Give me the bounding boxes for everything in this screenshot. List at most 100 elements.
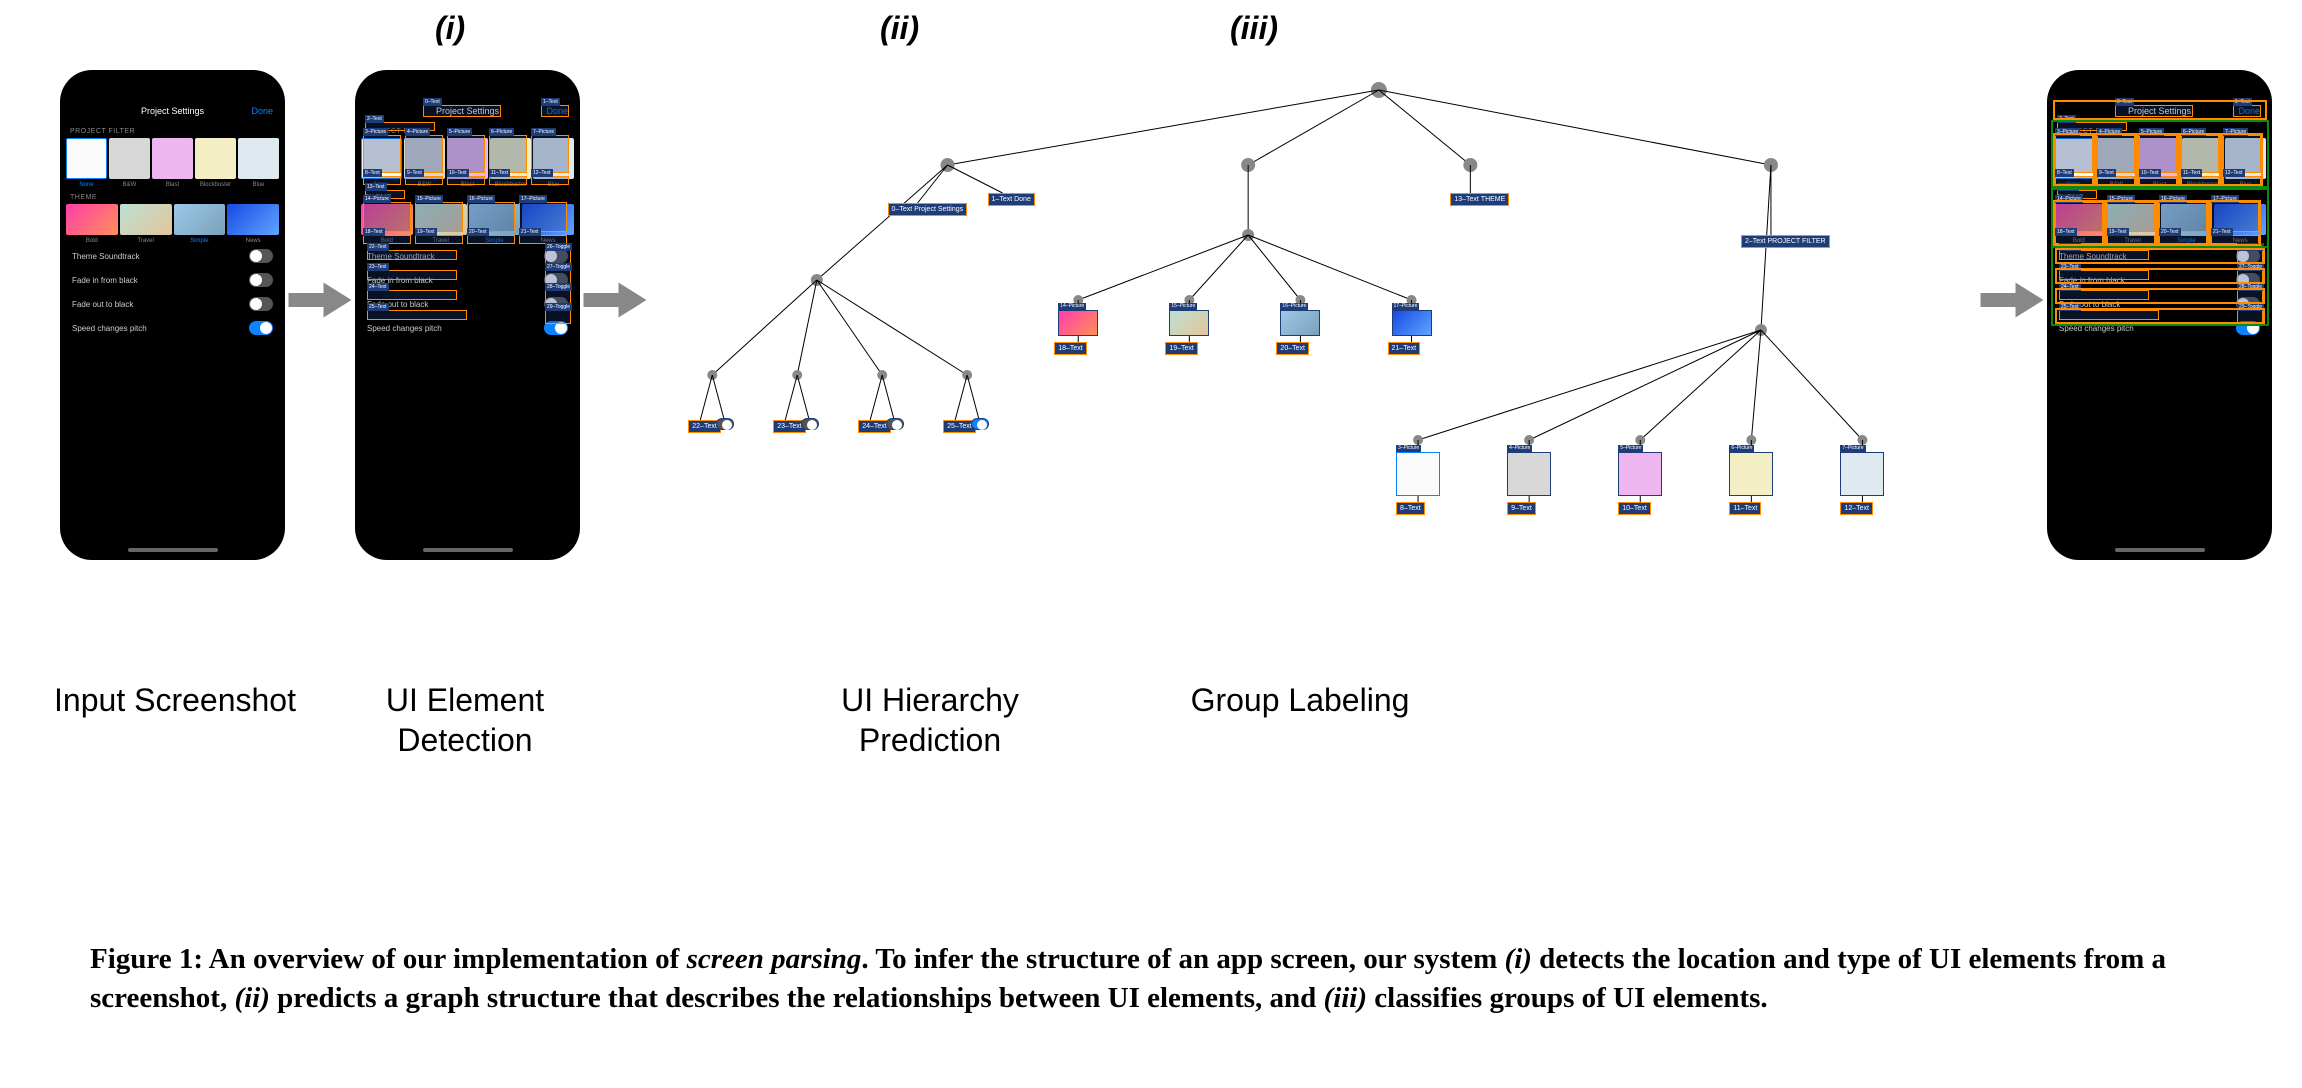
filter-label: Blockbuster: [490, 182, 531, 188]
toggle-row: Speed changes pitch: [2047, 316, 2272, 340]
theme-thumb: [66, 204, 118, 235]
filter-swatch: [2096, 138, 2137, 179]
tree-chip: 8–Text: [1396, 502, 1425, 515]
theme-item[interactable]: News: [522, 204, 574, 244]
theme-thumb: [2214, 204, 2266, 235]
theme-row: BoldTravelSimpleNews: [2047, 204, 2272, 244]
toggle-row: Fade out to black: [60, 292, 285, 316]
toggle-switch[interactable]: [249, 297, 273, 311]
toggle-row: Speed changes pitch: [355, 316, 580, 340]
toggle-row: Theme Soundtrack: [2047, 244, 2272, 268]
theme-thumb: [227, 204, 279, 235]
filter-swatch: [2053, 138, 2094, 179]
done-button[interactable]: Done: [546, 106, 568, 116]
filter-item[interactable]: Blast: [447, 138, 488, 188]
theme-item[interactable]: Bold: [361, 204, 413, 244]
tree-theme-thumb: 14–Picture: [1058, 310, 1098, 336]
filter-row: NoneB&WBlastBlockbusterBlue: [2047, 138, 2272, 188]
done-button[interactable]: Done: [2238, 106, 2260, 116]
toggle-switch[interactable]: [2236, 249, 2260, 263]
filter-item[interactable]: Blue: [533, 138, 574, 188]
theme-label: Bold: [66, 238, 118, 244]
toggle-switch[interactable]: [544, 297, 568, 311]
toggle-label: Fade out to black: [72, 300, 133, 309]
theme-label: Simple: [2161, 238, 2213, 244]
theme-item[interactable]: Travel: [2107, 204, 2159, 244]
caption-text: An overview of our implementation of: [203, 943, 687, 975]
theme-label: Travel: [415, 238, 467, 244]
filter-item[interactable]: Blast: [152, 138, 193, 188]
toggle-switch[interactable]: [544, 273, 568, 287]
theme-row: BoldTravelSimpleNews: [355, 204, 580, 244]
toggle-switch[interactable]: [2236, 321, 2260, 335]
toggle-switch[interactable]: [544, 321, 568, 335]
theme-item[interactable]: News: [2214, 204, 2266, 244]
filter-item[interactable]: None: [2053, 138, 2094, 188]
theme-label: Bold: [2053, 238, 2105, 244]
filter-label: Blue: [238, 182, 279, 188]
theme-thumb: [415, 204, 467, 235]
tree-theme-thumb: 17–Picture: [1392, 310, 1432, 336]
toggle-switch[interactable]: [2236, 297, 2260, 311]
filter-swatch: [195, 138, 236, 179]
theme-item[interactable]: Bold: [2053, 204, 2105, 244]
toggle-switch[interactable]: [249, 273, 273, 287]
filter-item[interactable]: Blue: [2225, 138, 2266, 188]
theme-thumb: [469, 204, 521, 235]
filter-section-label: PROJECT FILTER: [60, 122, 285, 138]
home-indicator: [2115, 548, 2205, 552]
tree-chip: 0–Text Project Settings: [888, 203, 968, 216]
theme-item[interactable]: Simple: [469, 204, 521, 244]
tree-chip: 11–Text: [1729, 502, 1761, 515]
filter-swatch: [2139, 138, 2180, 179]
theme-item[interactable]: Travel: [120, 204, 172, 244]
filter-item[interactable]: None: [66, 138, 107, 188]
filter-item[interactable]: Blue: [238, 138, 279, 188]
toggle-label: Theme Soundtrack: [72, 252, 140, 261]
toggle-switch[interactable]: [544, 249, 568, 263]
filter-label: Blockbuster: [195, 182, 236, 188]
theme-item[interactable]: Travel: [415, 204, 467, 244]
figure: (i) (ii) (iii) Project Settings Done PRO…: [0, 0, 2302, 880]
toggle-label: Theme Soundtrack: [367, 252, 435, 261]
filter-label: B&W: [2096, 182, 2137, 188]
phone-group-labeling: Project Settings Done PROJECT FILTER Non…: [2047, 70, 2272, 560]
filter-item[interactable]: B&W: [404, 138, 445, 188]
toggle-switch[interactable]: [249, 321, 273, 335]
toggle-switch[interactable]: [249, 249, 273, 263]
filter-item[interactable]: Blockbuster: [2182, 138, 2223, 188]
theme-item[interactable]: Simple: [2161, 204, 2213, 244]
theme-item[interactable]: Bold: [66, 204, 118, 244]
theme-item[interactable]: Simple: [174, 204, 226, 244]
toggle-row: Speed changes pitch: [60, 316, 285, 340]
filter-item[interactable]: Blockbuster: [195, 138, 236, 188]
filter-label: B&W: [404, 182, 445, 188]
filter-label: Blockbuster: [2182, 182, 2223, 188]
theme-label: Travel: [120, 238, 172, 244]
filter-item[interactable]: None: [361, 138, 402, 188]
theme-label: News: [2214, 238, 2266, 244]
filter-item[interactable]: B&W: [2096, 138, 2137, 188]
tree-chip: 18–Text: [1054, 342, 1087, 355]
home-indicator: [128, 548, 218, 552]
caption-italic: (iii): [1324, 982, 1368, 1014]
theme-label: Simple: [469, 238, 521, 244]
theme-section-label: THEME: [355, 188, 580, 204]
filter-item[interactable]: Blockbuster: [490, 138, 531, 188]
filter-item[interactable]: B&W: [109, 138, 150, 188]
filter-swatch: [361, 138, 402, 179]
caption-text: classifies groups of UI elements.: [1367, 982, 1768, 1014]
filter-label: None: [361, 182, 402, 188]
filter-swatch: [152, 138, 193, 179]
toggle-label: Fade out to black: [2059, 300, 2120, 309]
filter-swatch: [2225, 138, 2266, 179]
hierarchy-tree: 0–Text Project Settings1–Text Done13–Tex…: [660, 70, 1967, 630]
tree-filter-thumb: 7–Picture: [1840, 452, 1884, 496]
done-button[interactable]: Done: [251, 106, 273, 116]
filter-swatch: [404, 138, 445, 179]
tree-filter-thumb: 5–Picture: [1618, 452, 1662, 496]
filter-item[interactable]: Blast: [2139, 138, 2180, 188]
toggle-switch[interactable]: [2236, 273, 2260, 287]
theme-item[interactable]: News: [227, 204, 279, 244]
theme-thumb: [2053, 204, 2105, 235]
